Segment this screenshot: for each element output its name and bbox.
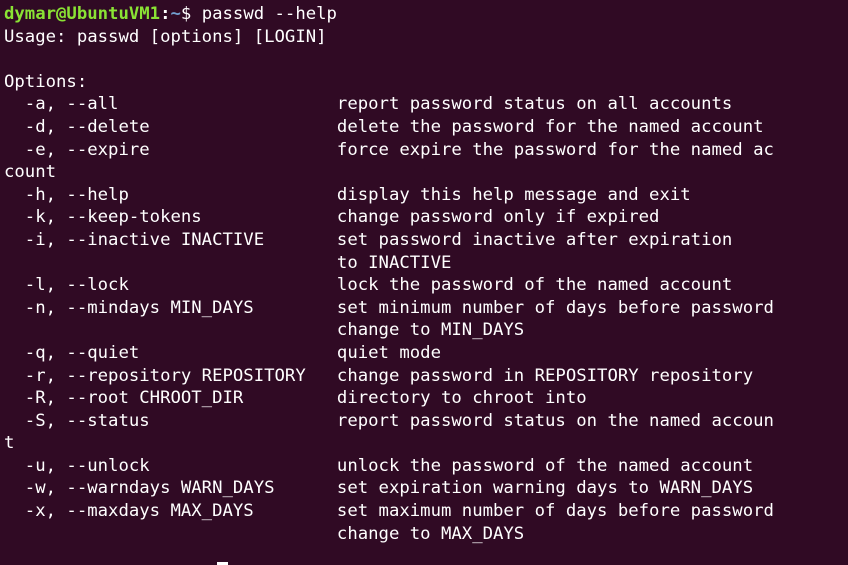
output-line: -l, --lock lock the password of the name… bbox=[4, 275, 733, 296]
output-line: -k, --keep-tokens change password only i… bbox=[4, 207, 660, 228]
output-line: Usage: passwd [options] [LOGIN] bbox=[4, 26, 327, 47]
output-line: -n, --mindays MIN_DAYS set minimum numbe… bbox=[4, 297, 774, 318]
terminal-window[interactable]: dymar@UbuntuVM1:~$ passwd --help Usage: … bbox=[0, 0, 848, 565]
output-line: to INACTIVE bbox=[4, 252, 452, 273]
output-line: change to MIN_DAYS bbox=[4, 320, 525, 341]
prompt-separator: : bbox=[160, 4, 171, 24]
prompt-symbol: $ bbox=[180, 4, 202, 24]
output-line: change to MAX_DAYS bbox=[4, 523, 525, 544]
output-line: Options: bbox=[4, 71, 88, 92]
output-line: -q, --quiet quiet mode bbox=[4, 342, 441, 363]
output-line: -w, --warndays WARN_DAYS set expiration … bbox=[4, 478, 754, 499]
command-text: passwd --help bbox=[201, 4, 337, 24]
output-line: -r, --repository REPOSITORY change passw… bbox=[4, 365, 754, 386]
output-line: t bbox=[4, 433, 15, 454]
prompt-line: dymar@UbuntuVM1:~$ passwd --help bbox=[4, 3, 848, 26]
output-line: -h, --help display this help message and… bbox=[4, 184, 691, 205]
output-line: count bbox=[4, 162, 57, 183]
prompt-path: ~ bbox=[170, 4, 181, 24]
output-line: -S, --status report password status on t… bbox=[4, 410, 774, 431]
output-line: -i, --inactive INACTIVE set password ina… bbox=[4, 229, 733, 250]
output-line: -a, --all report password status on all … bbox=[4, 94, 733, 115]
output-line: -d, --delete delete the password for the… bbox=[4, 116, 764, 137]
command-output: Usage: passwd [options] [LOGIN] Options: … bbox=[4, 26, 848, 546]
prompt-user-host: dymar@UbuntuVM1 bbox=[4, 4, 161, 24]
output-line: -x, --maxdays MAX_DAYS set maximum numbe… bbox=[4, 501, 774, 522]
output-line: -R, --root CHROOT_DIR directory to chroo… bbox=[4, 388, 587, 409]
output-line: -e, --expire force expire the password f… bbox=[4, 139, 774, 160]
output-line: -u, --unlock unlock the password of the … bbox=[4, 455, 754, 476]
